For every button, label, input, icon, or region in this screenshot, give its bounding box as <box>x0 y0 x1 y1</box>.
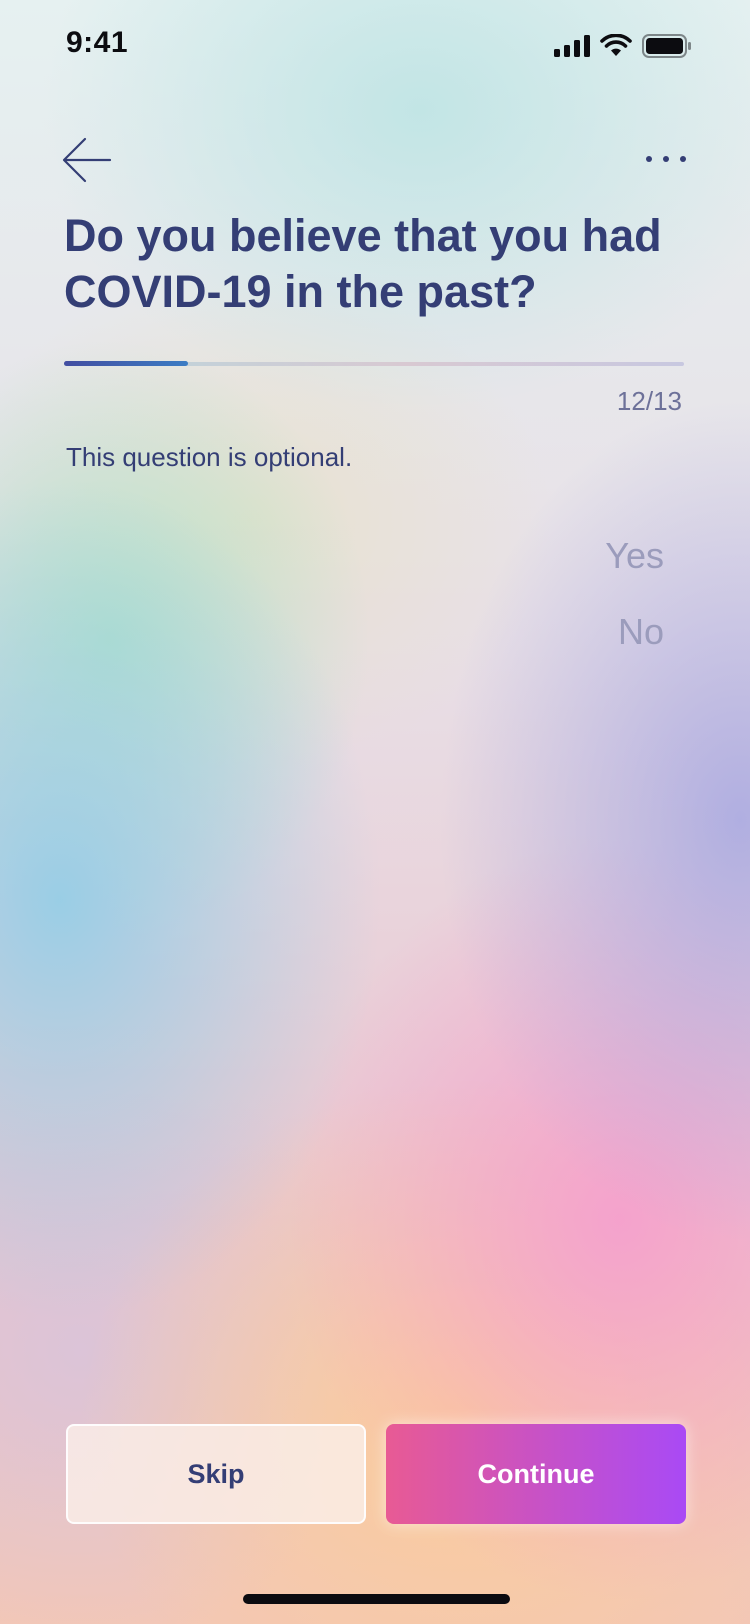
battery-icon <box>642 34 691 58</box>
continue-button[interactable]: Continue <box>386 1424 686 1524</box>
option-yes[interactable]: Yes <box>605 535 664 577</box>
arrow-left-icon <box>62 137 112 183</box>
status-icons <box>554 34 692 58</box>
progress-bar-fill <box>64 361 188 366</box>
progress-bar <box>64 361 684 366</box>
status-time: 9:41 <box>66 26 129 59</box>
home-indicator <box>243 1594 510 1604</box>
skip-button[interactable]: Skip <box>66 1424 366 1524</box>
answer-options: Yes No <box>605 535 664 687</box>
option-no[interactable]: No <box>605 611 664 653</box>
back-button[interactable] <box>60 132 116 188</box>
wifi-icon <box>600 34 632 56</box>
screen: 9:41 Do you believe that you had COVID-1… <box>0 0 750 1624</box>
cellular-signal-icon <box>554 35 590 57</box>
optional-note: This question is optional. <box>66 442 353 472</box>
question-counter: 12/13 <box>616 386 682 416</box>
more-options-button[interactable] <box>644 144 688 174</box>
question-title: Do you believe that you had COVID-19 in … <box>64 210 662 317</box>
more-horizontal-icon <box>646 156 686 162</box>
